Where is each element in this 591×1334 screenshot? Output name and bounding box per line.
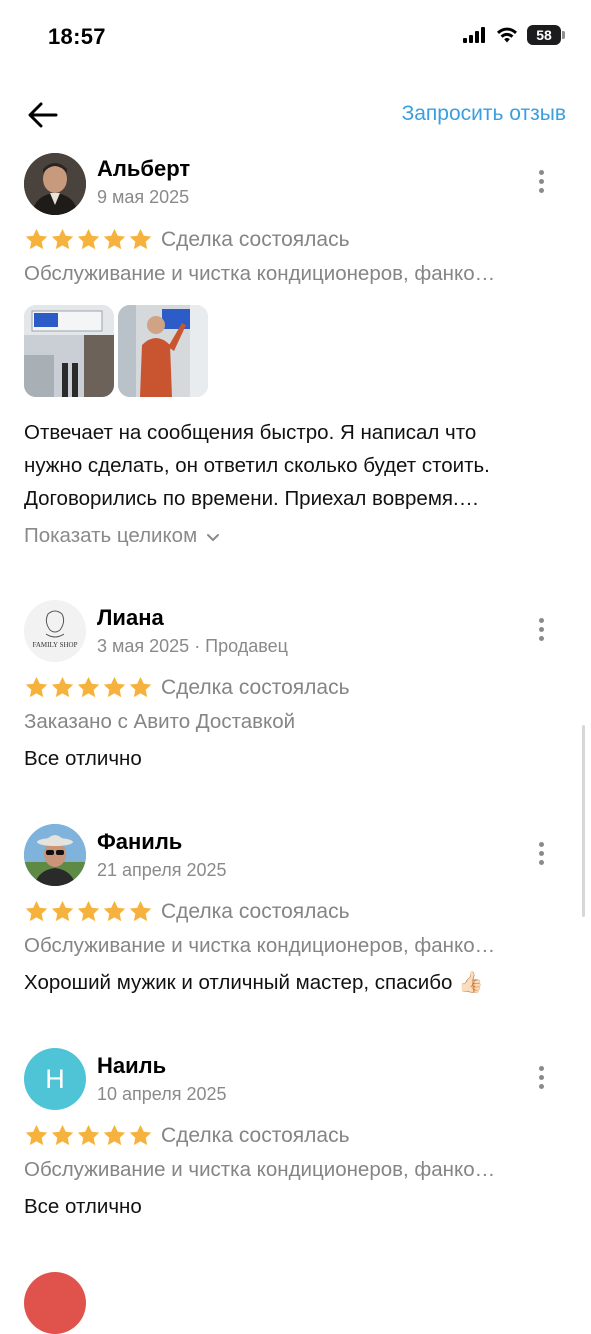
cellular-signal-icon <box>463 27 485 43</box>
service-name: Заказано с Авито Доставкой <box>24 710 296 733</box>
status-bar: 18:57 58 <box>0 0 591 76</box>
star-icon <box>77 228 100 250</box>
review-text-line: Договорились по времени. Приехал вовремя… <box>24 487 480 510</box>
request-review-link[interactable]: Запросить отзыв <box>402 102 566 126</box>
show-more-button[interactable]: Показать целиком <box>24 524 220 548</box>
star-icon <box>129 676 152 698</box>
review-text: Все отлично <box>24 1195 142 1218</box>
review-text: Хороший мужик и отличный мастер, спасибо… <box>24 971 484 994</box>
photo-thumbnail <box>24 305 114 397</box>
service-name: Обслуживание и чистка кондиционеров, фан… <box>24 1158 496 1181</box>
rating-stars <box>24 899 153 924</box>
scrollbar[interactable] <box>582 725 585 917</box>
user-photo-icon <box>24 824 86 886</box>
review-text: Отвечает на сообщения быстро. Я написал … <box>24 416 574 515</box>
star-icon <box>129 900 152 922</box>
avatar[interactable] <box>24 153 86 215</box>
deal-status: Сделка состоялась <box>161 676 350 699</box>
more-options-icon[interactable] <box>539 1066 547 1089</box>
reviewer-name: Лиана <box>97 605 164 630</box>
deal-status: Сделка состоялась <box>161 228 350 251</box>
service-name: Обслуживание и чистка кондиционеров, фан… <box>24 934 496 957</box>
star-icon <box>129 228 152 250</box>
star-icon <box>25 900 48 922</box>
battery-indicator: 58 <box>527 25 565 45</box>
star-icon <box>77 676 100 698</box>
star-icon <box>77 900 100 922</box>
star-icon <box>103 1124 126 1146</box>
top-nav: Запросить отзыв <box>0 88 591 142</box>
review-date: 10 апреля 2025 <box>97 1084 227 1104</box>
chevron-down-icon <box>206 534 219 542</box>
more-options-icon[interactable] <box>539 170 547 193</box>
review-photo[interactable] <box>118 305 208 397</box>
battery-level: 58 <box>536 27 552 43</box>
more-options-icon[interactable] <box>539 842 547 865</box>
reviewer-name: Наиль <box>97 1053 167 1078</box>
star-icon <box>25 676 48 698</box>
star-icon <box>51 228 74 250</box>
star-icon <box>51 1124 74 1146</box>
review-date: 9 мая 2025 <box>97 187 190 207</box>
rating-stars <box>24 227 153 252</box>
show-more-label: Показать целиком <box>24 524 198 547</box>
shop-logo-icon <box>24 600 86 662</box>
review-date: 21 апреля 2025 <box>97 860 227 880</box>
star-icon <box>77 1124 100 1146</box>
reviewer-name: Фаниль <box>97 829 183 854</box>
avatar[interactable] <box>24 824 86 886</box>
review-text: Все отлично <box>24 747 142 770</box>
rating-stars <box>24 1123 153 1148</box>
star-icon <box>103 900 126 922</box>
service-name: Обслуживание и чистка кондиционеров, фан… <box>24 262 496 285</box>
review-photos <box>24 305 214 397</box>
shop-logo-text: FAMILY SHOP <box>32 641 78 649</box>
star-icon <box>51 676 74 698</box>
rating-stars <box>24 675 153 700</box>
avatar-letter: Н <box>45 1063 65 1094</box>
reviewer-name: Альберт <box>97 156 191 181</box>
star-icon <box>51 900 74 922</box>
star-icon <box>103 676 126 698</box>
photo-thumbnail <box>118 305 208 397</box>
back-arrow-icon[interactable] <box>26 98 60 132</box>
more-options-icon[interactable] <box>539 618 547 641</box>
review-photo[interactable] <box>24 305 114 397</box>
star-icon <box>25 228 48 250</box>
next-review-avatar[interactable] <box>24 1272 86 1334</box>
avatar[interactable]: FAMILY SHOP <box>24 600 86 662</box>
status-icons: 58 <box>463 25 565 45</box>
avatar[interactable]: Н <box>24 1048 86 1110</box>
star-icon <box>25 1124 48 1146</box>
review-text-line: Отвечает на сообщения быстро. Я написал … <box>24 421 477 444</box>
review-text-line: нужно сделать, он ответил сколько будет … <box>24 454 490 477</box>
wifi-icon <box>497 27 517 43</box>
star-icon <box>103 228 126 250</box>
deal-status: Сделка состоялась <box>161 900 350 923</box>
status-time: 18:57 <box>48 24 106 49</box>
star-icon <box>129 1124 152 1146</box>
user-photo-icon <box>24 153 86 215</box>
review-date: 3 мая 2025 · Продавец <box>97 636 288 656</box>
deal-status: Сделка состоялась <box>161 1124 350 1147</box>
